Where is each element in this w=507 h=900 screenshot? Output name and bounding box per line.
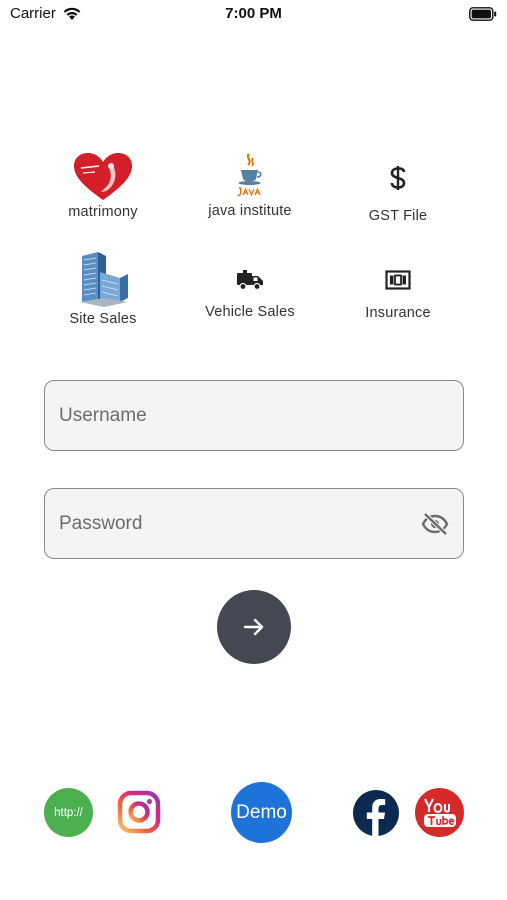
youtube-icon: [423, 798, 456, 827]
money-icon: [385, 270, 411, 290]
java-logo-icon: [237, 153, 262, 197]
facebook-button[interactable]: [353, 790, 399, 836]
youtube-button[interactable]: [415, 788, 464, 837]
service-java-institute[interactable]: java institute: [175, 152, 325, 219]
service-gst-file[interactable]: GST File: [323, 165, 473, 224]
service-label-java-institute: java institute: [208, 203, 292, 219]
website-link-button[interactable]: http://: [44, 788, 93, 837]
status-bar: Carrier 7:00 PM: [0, 0, 507, 28]
clock-time: 7:00 PM: [225, 5, 282, 22]
service-label-insurance: Insurance: [365, 305, 431, 321]
instagram-icon: [117, 790, 161, 834]
password-input[interactable]: [59, 489, 419, 558]
dollar-icon: [390, 166, 406, 190]
demo-button[interactable]: Demo: [231, 782, 292, 843]
service-matrimony[interactable]: matrimony: [28, 152, 178, 220]
buildings-icon: [80, 252, 128, 307]
login-submit-button[interactable]: [217, 590, 291, 664]
username-input[interactable]: [59, 381, 419, 450]
facebook-icon: [366, 799, 386, 836]
battery-icon: [469, 7, 497, 26]
password-field[interactable]: [44, 488, 464, 559]
service-label-matrimony: matrimony: [68, 204, 138, 220]
service-site-sales[interactable]: Site Sales: [28, 250, 178, 327]
instagram-button[interactable]: [117, 790, 161, 834]
arrow-right-icon: [243, 618, 264, 636]
service-label-gst-file: GST File: [368, 208, 428, 224]
service-label-vehicle-sales: Vehicle Sales: [205, 304, 295, 320]
service-label-site-sales: Site Sales: [69, 311, 137, 327]
website-link-label: http://: [54, 806, 83, 819]
demo-button-label: Demo: [236, 801, 287, 823]
service-insurance[interactable]: Insurance: [323, 270, 473, 321]
visibility-off-icon[interactable]: [421, 512, 449, 541]
matrimony-heart-logo-icon: [74, 153, 132, 200]
service-vehicle-sales[interactable]: Vehicle Sales: [175, 269, 325, 320]
username-field[interactable]: [44, 380, 464, 451]
truck-icon: [237, 270, 263, 291]
